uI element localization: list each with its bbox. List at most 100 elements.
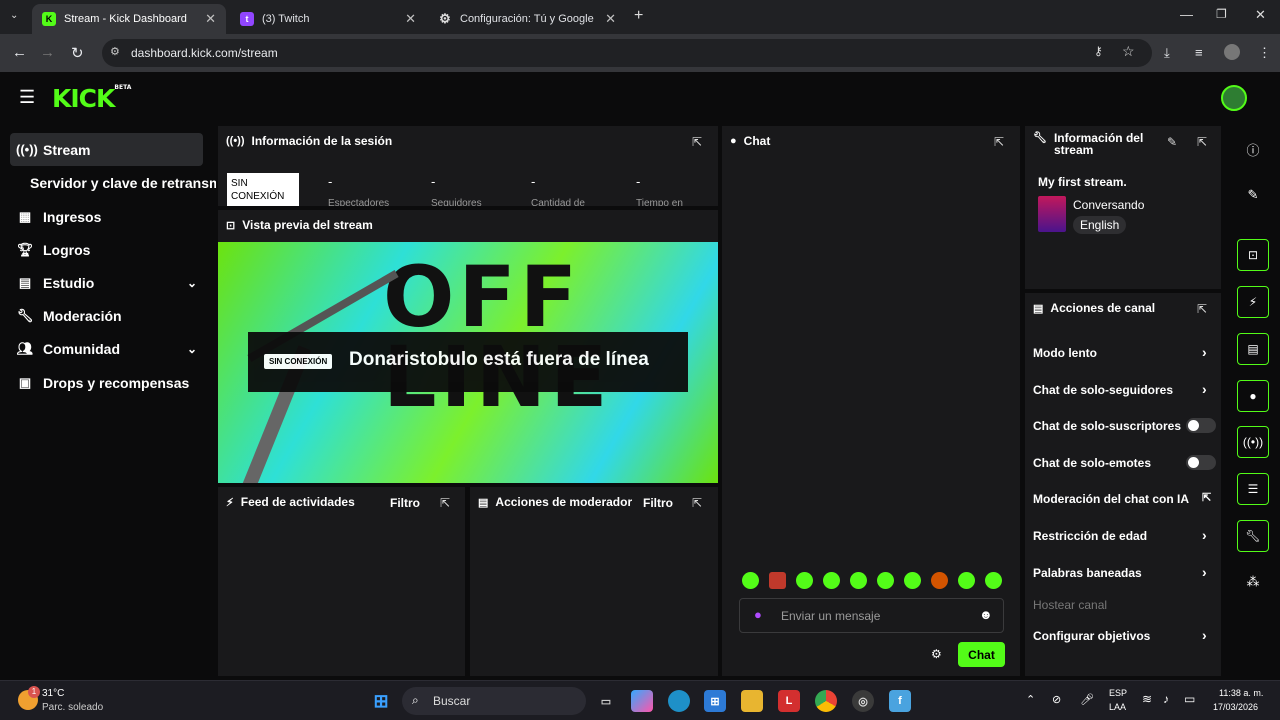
rail-channel-actions-button[interactable]: ☰ bbox=[1237, 473, 1269, 505]
chat-send-button[interactable]: Chat bbox=[958, 642, 1005, 667]
app-f-icon[interactable]: f bbox=[889, 690, 911, 712]
chevron-right-icon[interactable]: › bbox=[1202, 564, 1207, 580]
kick-logo[interactable]: KICKBETA bbox=[52, 84, 131, 113]
emote-4[interactable] bbox=[823, 572, 840, 589]
address-bar[interactable]: ⚙ dashboard.kick.com/stream ⚷ ☆ bbox=[102, 39, 1152, 67]
chat-message-input[interactable]: ● Enviar un mensaje ☻ bbox=[739, 598, 1004, 633]
sidebar-item-moderacion[interactable]: 🔧︎ Moderación bbox=[10, 299, 203, 332]
tab-twitch[interactable]: t (3) Twitch ✕ bbox=[230, 4, 426, 34]
wifi-icon[interactable]: ≋ bbox=[1142, 692, 1152, 706]
profile-avatar[interactable] bbox=[1224, 44, 1240, 60]
media-controls-icon[interactable]: ≡ bbox=[1195, 45, 1203, 60]
emote-2[interactable] bbox=[769, 572, 786, 589]
chevron-up-icon[interactable]: ⌃ bbox=[1026, 693, 1035, 706]
chevron-down-icon[interactable]: ⌄ bbox=[187, 276, 197, 290]
action-followers-only[interactable]: Chat de solo-seguidores bbox=[1033, 383, 1173, 397]
chevron-right-icon[interactable]: › bbox=[1202, 527, 1207, 543]
windows-start-icon[interactable]: ⊞ bbox=[370, 690, 392, 712]
rail-preview-button[interactable]: ⊡ bbox=[1237, 239, 1269, 271]
edge-icon[interactable] bbox=[668, 690, 690, 712]
action-subscribers-only[interactable]: Chat de solo-suscriptores bbox=[1033, 419, 1181, 433]
password-key-icon[interactable]: ⚷ bbox=[1094, 44, 1103, 58]
volume-icon[interactable]: ♪ bbox=[1163, 692, 1169, 706]
close-window-button[interactable]: ✕ bbox=[1255, 7, 1266, 23]
chrome-icon[interactable] bbox=[815, 690, 837, 712]
maximize-button[interactable]: ❐ bbox=[1216, 7, 1227, 21]
sidebar-item-estudio[interactable]: ▤ Estudio ⌄ bbox=[10, 266, 203, 299]
back-icon[interactable]: ← bbox=[12, 44, 27, 61]
emote-5[interactable] bbox=[850, 572, 867, 589]
emote-1[interactable] bbox=[742, 572, 759, 589]
microphone-icon[interactable]: 🎤︎ bbox=[1080, 693, 1094, 706]
close-tab-icon[interactable]: ✕ bbox=[405, 11, 416, 27]
rail-chat-button[interactable]: ● bbox=[1237, 380, 1269, 412]
popout-icon[interactable]: ⇱ bbox=[692, 496, 702, 510]
sidebar-item-stream-key[interactable]: Servidor y clave de retransmisión bbox=[30, 166, 216, 199]
download-icon[interactable]: ⤓ bbox=[1164, 45, 1170, 61]
tab-kick-dashboard[interactable]: K Stream - Kick Dashboard ✕ bbox=[32, 4, 226, 34]
sidebar-item-comunidad[interactable]: 👥︎ Comunidad ⌄ bbox=[10, 332, 203, 365]
emote-6[interactable] bbox=[877, 572, 894, 589]
sidebar-item-logros[interactable]: 🏆︎ Logros bbox=[10, 233, 203, 266]
activity-filter-button[interactable]: Filtro bbox=[390, 496, 420, 510]
action-emotes-only[interactable]: Chat de solo-emotes bbox=[1033, 456, 1151, 470]
sidebar-item-stream[interactable]: ((•)) Stream bbox=[10, 133, 203, 166]
user-avatar[interactable] bbox=[1221, 85, 1247, 111]
clock-date[interactable]: 17/03/2026 bbox=[1213, 702, 1258, 712]
action-slow-mode[interactable]: Modo lento bbox=[1033, 346, 1097, 360]
close-tab-icon[interactable]: ✕ bbox=[605, 11, 616, 27]
task-view-icon[interactable]: ▭ bbox=[595, 690, 617, 712]
emote-8[interactable] bbox=[931, 572, 948, 589]
store-icon[interactable]: ⊞ bbox=[704, 690, 726, 712]
sidebar-item-ingresos[interactable]: ▦ Ingresos bbox=[10, 200, 203, 233]
lang-code[interactable]: ESP bbox=[1109, 688, 1127, 698]
reload-icon[interactable]: ↻ bbox=[71, 44, 84, 62]
action-banned-words[interactable]: Palabras baneadas bbox=[1033, 566, 1142, 580]
tab-list-icon[interactable]: ⌄ bbox=[10, 10, 18, 21]
hamburger-menu-icon[interactable]: ☰ bbox=[19, 87, 35, 108]
network-off-icon[interactable]: ⊘ bbox=[1052, 693, 1061, 706]
apps-icon[interactable]: ⁂ bbox=[1243, 574, 1263, 590]
rail-activity-button[interactable]: ⚡︎ bbox=[1237, 286, 1269, 318]
popout-icon[interactable]: ⇱ bbox=[692, 135, 702, 149]
action-configure-goals[interactable]: Configurar objetivos bbox=[1033, 629, 1150, 643]
emoji-icon[interactable]: ☻ bbox=[979, 607, 993, 622]
chevron-right-icon[interactable]: › bbox=[1202, 344, 1207, 360]
edit-pencil-icon[interactable]: ✎ bbox=[1243, 187, 1263, 203]
action-ai-moderation[interactable]: Moderación del chat con IA bbox=[1033, 492, 1189, 506]
subscribers-only-toggle[interactable] bbox=[1186, 418, 1216, 433]
info-icon[interactable]: ⓘ bbox=[1243, 140, 1263, 159]
chevron-down-icon[interactable]: ⌄ bbox=[187, 342, 197, 356]
chat-settings-gear-icon[interactable]: ⚙ bbox=[931, 647, 942, 661]
tab-settings[interactable]: ⚙ Configuración: Tú y Google ✕ bbox=[428, 4, 626, 34]
sidebar-item-drops[interactable]: ▣ Drops y recompensas bbox=[10, 366, 203, 399]
mod-filter-button[interactable]: Filtro bbox=[643, 496, 673, 510]
obs-icon[interactable]: ◎ bbox=[852, 690, 874, 712]
action-age-restriction[interactable]: Restricción de edad bbox=[1033, 529, 1147, 543]
rail-stream-info-button[interactable]: 🔧︎ bbox=[1237, 520, 1269, 552]
emote-9[interactable] bbox=[958, 572, 975, 589]
emotes-only-toggle[interactable] bbox=[1186, 455, 1216, 470]
chevron-right-icon[interactable]: › bbox=[1202, 627, 1207, 643]
emote-7[interactable] bbox=[904, 572, 921, 589]
url-text[interactable]: dashboard.kick.com/stream bbox=[131, 46, 278, 60]
lang-layout[interactable]: LAA bbox=[1109, 702, 1126, 712]
site-info-icon[interactable]: ⚙ bbox=[110, 45, 120, 58]
new-tab-button[interactable]: + bbox=[634, 7, 643, 25]
emote-10[interactable] bbox=[985, 572, 1002, 589]
battery-icon[interactable]: ▭ bbox=[1184, 692, 1195, 706]
popout-icon[interactable]: ⇱ bbox=[440, 496, 450, 510]
menu-dots-icon[interactable]: ⋮ bbox=[1258, 45, 1271, 61]
external-link-icon[interactable]: ⇱ bbox=[1202, 491, 1211, 504]
copilot-icon[interactable] bbox=[631, 690, 653, 712]
taskbar-search[interactable]: ⌕ Buscar bbox=[402, 687, 586, 715]
close-tab-icon[interactable]: ✕ bbox=[205, 11, 216, 27]
clock-time[interactable]: 11:38 a. m. bbox=[1219, 688, 1263, 698]
minimize-button[interactable]: — bbox=[1180, 7, 1193, 22]
rail-mod-actions-button[interactable]: ▤ bbox=[1237, 333, 1269, 365]
app-l-icon[interactable]: L bbox=[778, 690, 800, 712]
edit-pencil-icon[interactable]: ✎ bbox=[1167, 135, 1177, 149]
chevron-right-icon[interactable]: › bbox=[1202, 381, 1207, 397]
popout-icon[interactable]: ⇱ bbox=[1197, 135, 1207, 149]
emote-3[interactable] bbox=[796, 572, 813, 589]
